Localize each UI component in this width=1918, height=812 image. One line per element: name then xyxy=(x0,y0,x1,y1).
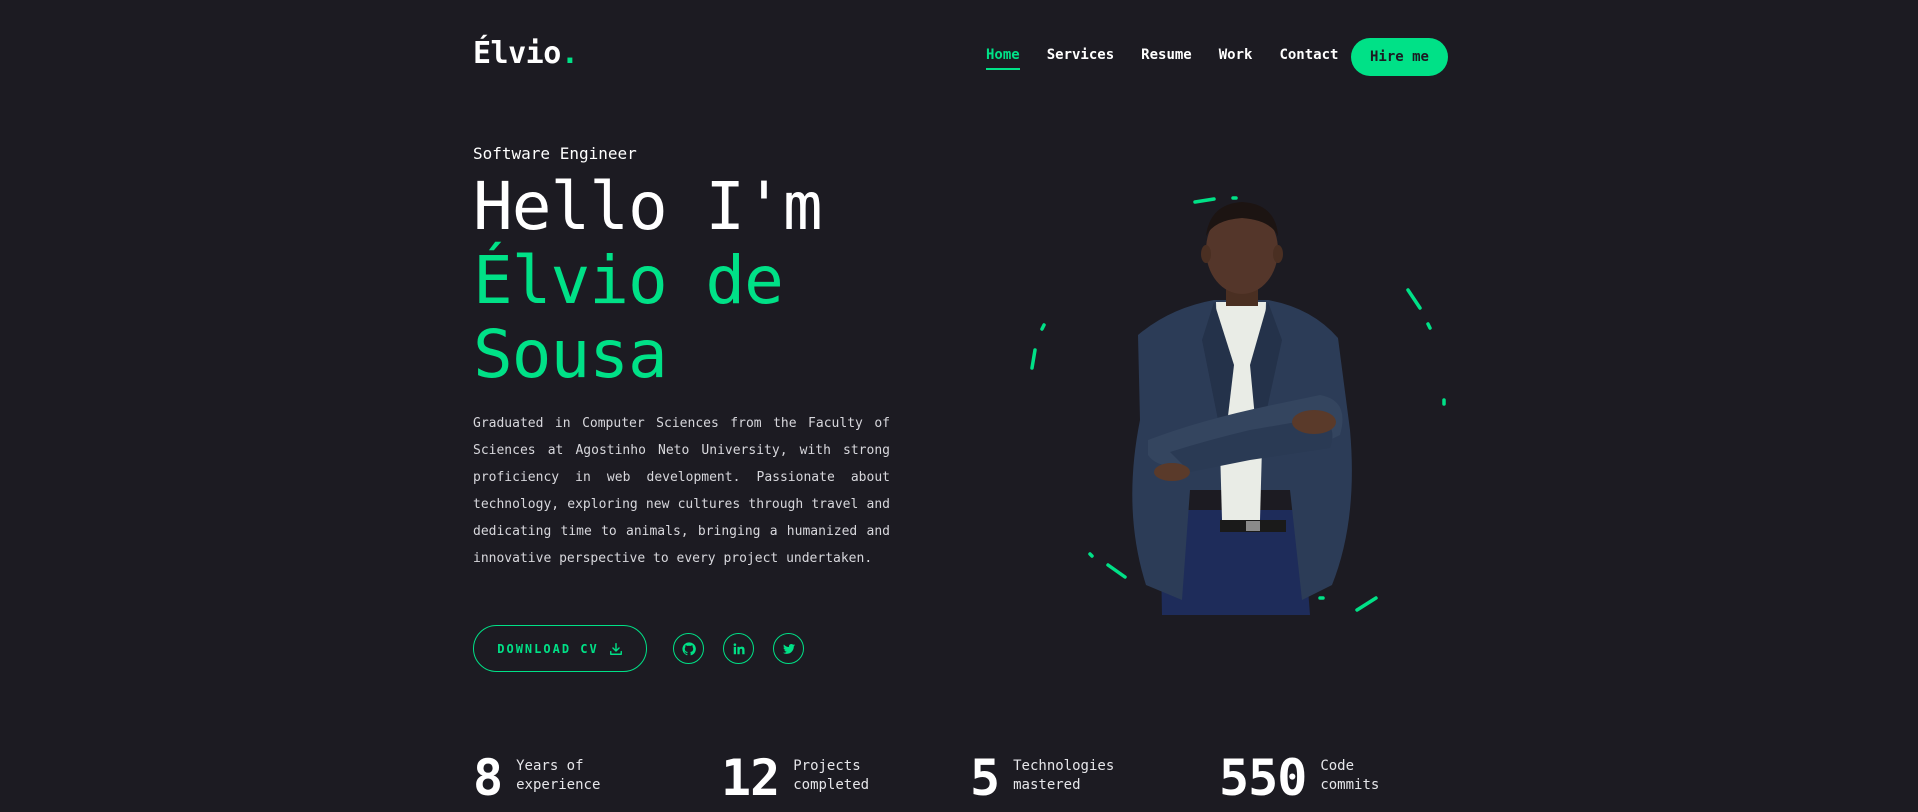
github-link[interactable] xyxy=(673,633,704,664)
main-nav: Home Services Resume Work Contact xyxy=(986,46,1365,70)
download-cv-label: DOWNLOAD CV xyxy=(497,641,599,656)
person-photo xyxy=(1132,202,1352,615)
stat-years: 8 Years of experience xyxy=(473,748,626,808)
nav-link-home[interactable]: Home xyxy=(986,46,1020,70)
nav-link-work[interactable]: Work xyxy=(1219,46,1253,68)
twitter-icon xyxy=(782,643,795,654)
linkedin-icon xyxy=(733,642,745,654)
brand-dot: . xyxy=(560,36,579,71)
hero-name-line2: Sousa xyxy=(473,316,668,393)
brand-logo[interactable]: Élvio. xyxy=(473,36,579,71)
nav-link-resume[interactable]: Resume xyxy=(1141,46,1192,68)
stat-technologies-value: 5 xyxy=(970,749,1000,807)
hero-name-line1: Élvio de xyxy=(473,242,784,319)
download-cv-button[interactable]: DOWNLOAD CV xyxy=(473,625,647,672)
linkedin-link[interactable] xyxy=(723,633,754,664)
portfolio-page: Élvio. Home Services Resume Work Contact… xyxy=(0,0,1918,812)
stat-projects: 12 Projects completed xyxy=(721,748,903,808)
nav-link-contact[interactable]: Contact xyxy=(1279,46,1338,68)
stat-commits-value: 550 xyxy=(1219,749,1307,807)
nav-link-services[interactable]: Services xyxy=(1047,46,1114,68)
stat-technologies-label: Technologies mastered xyxy=(1013,758,1115,793)
hero-greeting: Hello I'm xyxy=(473,168,823,245)
stat-years-label: Years of experience xyxy=(516,758,601,793)
download-icon xyxy=(609,642,622,655)
stat-commits: 550 Code commits xyxy=(1219,748,1390,808)
stat-technologies: 5 Technologies mastered xyxy=(970,748,1123,808)
stat-commits-label: Code commits xyxy=(1320,758,1380,793)
brand-name: Élvio xyxy=(473,36,561,71)
role-subtitle: Software Engineer xyxy=(473,144,637,163)
portrait xyxy=(1020,190,1460,615)
stat-years-value: 8 xyxy=(473,749,503,807)
twitter-link[interactable] xyxy=(773,633,804,664)
hero-bio: Graduated in Computer Sciences from the … xyxy=(473,416,890,566)
github-icon xyxy=(681,641,696,655)
stat-projects-label: Projects completed xyxy=(793,758,870,793)
hero-title: Hello I'm Élvio de Sousa xyxy=(473,168,823,393)
stat-projects-value: 12 xyxy=(721,749,780,807)
hire-me-button[interactable]: Hire me xyxy=(1351,38,1448,76)
